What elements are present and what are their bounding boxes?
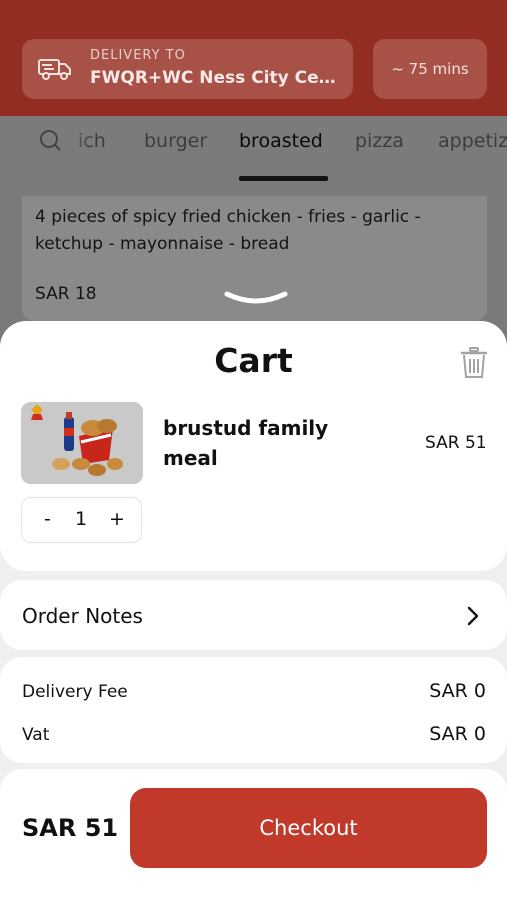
delivery-truck-icon (38, 59, 71, 80)
increase-quantity-button[interactable]: + (109, 508, 125, 530)
fees-card: Delivery Fee SAR 0 Vat SAR 0 (0, 657, 507, 763)
order-notes-label: Order Notes (22, 604, 143, 628)
menu-item-description: 4 pieces of spicy fried chicken - fries … (35, 207, 421, 254)
cart-item-price: SAR 51 (425, 433, 487, 453)
app-header: DELIVERY TO FWQR+WC Ness City Cen... ~ 7… (0, 0, 507, 116)
order-notes-row[interactable]: Order Notes (0, 580, 507, 650)
delivery-to-label: DELIVERY TO (90, 48, 186, 63)
tab-appetizers[interactable]: appetiz (438, 130, 507, 152)
product-image (21, 402, 143, 484)
tab-burger[interactable]: burger (144, 130, 207, 152)
decrease-quantity-button[interactable]: - (44, 508, 51, 530)
active-tab-indicator (239, 176, 328, 181)
vat-label: Vat (22, 725, 50, 745)
delivery-fee-label: Delivery Fee (22, 682, 128, 702)
category-tabs: ich burger broasted pizza appetiz (0, 116, 507, 196)
quantity-value: 1 (75, 508, 88, 530)
cart-item-name: brustud family meal (163, 416, 329, 470)
delivery-address: FWQR+WC Ness City Cen... (90, 68, 345, 88)
menu-item-price: SAR 18 (35, 284, 97, 304)
order-total: SAR 51 (22, 814, 119, 842)
delivery-address-pill[interactable]: DELIVERY TO FWQR+WC Ness City Cen... (22, 39, 353, 99)
chevron-right-icon (467, 606, 479, 626)
trash-icon[interactable] (460, 347, 488, 379)
tab-pizza[interactable]: pizza (355, 130, 404, 152)
cart-card: Cart brustud family meal SAR 51 - 1 + (0, 321, 507, 571)
checkout-bar: SAR 51 Checkout (0, 769, 507, 900)
cart-sheet: Cart brustud family meal SAR 51 - 1 + Or… (0, 321, 507, 900)
delivery-fee-value: SAR 0 (429, 680, 486, 702)
checkout-button[interactable]: Checkout (130, 788, 487, 868)
delivery-eta[interactable]: ~ 75 mins (373, 39, 487, 99)
tab-broasted[interactable]: broasted (239, 130, 323, 152)
cart-title: Cart (214, 341, 293, 380)
vat-value: SAR 0 (429, 723, 486, 745)
chevron-down-icon[interactable] (224, 290, 288, 308)
meal-illustration (21, 402, 143, 484)
quantity-stepper: - 1 + (21, 497, 142, 543)
